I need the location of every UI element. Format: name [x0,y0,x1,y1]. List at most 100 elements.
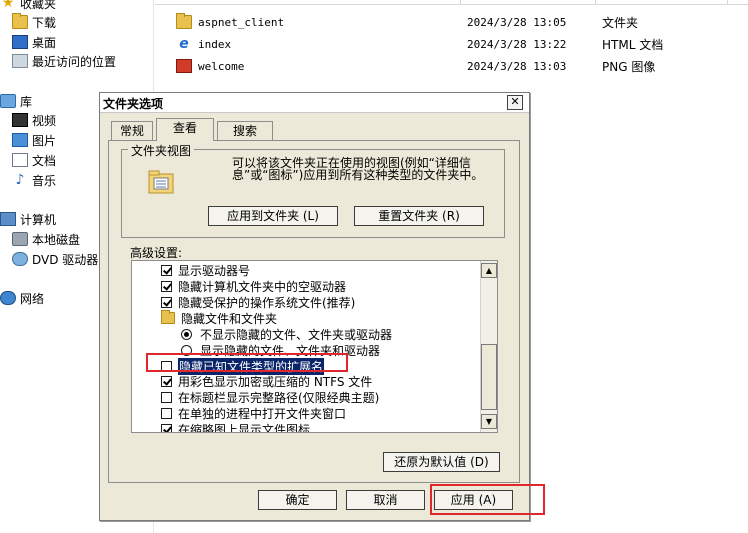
nav-libraries[interactable]: 库 [0,92,32,110]
file-type: PNG 图像 [602,59,656,74]
tab-search[interactable]: 搜索 [217,121,273,140]
option-thumbnail-file-icons[interactable]: 在缩略图上显示文件图标 [161,421,497,432]
nav-local-disk-label: 本地磁盘 [32,232,81,247]
ie-document-icon: e [179,36,189,52]
nav-dvd-drive[interactable]: DVD 驱动器 [12,250,98,268]
dialog-title: 文件夹选项 [103,97,164,111]
reset-folders-button[interactable]: 重置文件夹 (R) [354,206,484,226]
tab-general-label: 常规 [119,124,144,138]
nav-pictures-label: 图片 [32,133,57,148]
checkbox[interactable] [161,296,172,308]
cancel-button[interactable]: 取消 [346,490,425,510]
file-name: index [198,37,232,51]
nav-recent-places[interactable]: 最近访问的位置 [12,52,116,70]
tab-view-label: 查看 [172,121,197,135]
close-button[interactable]: ✕ [507,95,523,110]
file-row-welcome[interactable]: welcome 2024/3/28 13:03 PNG 图像 [176,57,736,75]
option-group-hidden-files: 隐藏文件和文件夹 [161,310,497,326]
column-divider-type[interactable] [595,0,596,5]
scroll-up-arrow-icon[interactable]: ▲ [481,263,497,278]
libraries-icon [0,94,16,108]
nav-libraries-label: 库 [20,94,33,109]
folder-options-dialog: 文件夹选项 ✕ 常规 查看 搜索 文件夹视图 可以将该文件夹正在使用的视图(例如… [99,92,530,521]
vertical-scrollbar[interactable]: ▲ ▼ [480,261,497,432]
nav-music-label: 音乐 [32,173,57,188]
nav-documents[interactable]: 文档 [12,151,56,169]
option-label: 显示驱动器号 [178,263,251,278]
nav-pictures[interactable]: 图片 [12,131,56,149]
option-dont-show-hidden[interactable]: 不显示隐藏的文件、文件夹或驱动器 [181,326,497,342]
star-icon: ★ [1,0,15,11]
ok-button[interactable]: 确定 [258,490,337,510]
close-icon: ✕ [510,95,520,108]
checkbox[interactable] [161,407,172,419]
file-row-aspnet-client[interactable]: aspnet_client 2024/3/28 13:05 文件夹 [176,13,736,31]
apply-to-folders-button[interactable]: 应用到文件夹 (L) [208,206,338,226]
nav-videos[interactable]: 视频 [12,111,56,129]
folder-icon [161,310,175,324]
file-type: HTML 文档 [602,37,664,52]
column-header-bar [155,0,748,5]
scroll-down-arrow-icon[interactable]: ▼ [481,414,497,429]
cancel-label: 取消 [373,493,398,507]
tab-search-label: 搜索 [232,124,257,138]
column-divider-size[interactable] [727,0,728,5]
nav-desktop[interactable]: 桌面 [12,33,56,51]
option-full-path-title[interactable]: 在标题栏显示完整路径(仅限经典主题) [161,389,497,405]
option-hide-protected-os-files[interactable]: 隐藏受保护的操作系统文件(推荐) [161,294,497,310]
option-separate-process[interactable]: 在单独的进程中打开文件夹窗口 [161,405,497,421]
nav-favorites-label: 收藏夹 [20,0,57,11]
reset-folders-label: 重置文件夹 (R) [378,209,460,223]
nav-computer-label: 计算机 [20,212,57,227]
option-label: 隐藏受保护的操作系统文件(推荐) [178,295,356,310]
radio-button[interactable] [181,328,192,340]
checkbox[interactable] [161,264,172,276]
checkbox[interactable] [161,280,172,292]
highlight-box-apply-button [430,484,545,515]
tab-view[interactable]: 查看 [156,118,214,141]
restore-defaults-button[interactable]: 还原为默认值 (D) [383,452,500,472]
nav-downloads[interactable]: 下载 [12,13,56,31]
dialog-title-bar[interactable]: 文件夹选项 ✕ [100,93,529,113]
ok-label: 确定 [285,493,310,507]
nav-computer[interactable]: 计算机 [0,210,56,228]
folder-views-description: 可以将该文件夹正在使用的视图(例如“详细信息”或“图标”)应用到所有这种类型的文… [232,156,484,182]
music-icon: ♪ [15,172,25,188]
file-row-index[interactable]: e index 2024/3/28 13:22 HTML 文档 [176,35,736,53]
scroll-thumb[interactable] [481,344,497,410]
option-hide-empty-drives[interactable]: 隐藏计算机文件夹中的空驱动器 [161,278,497,294]
nav-recent-label: 最近访问的位置 [32,54,117,69]
option-label: 隐藏文件和文件夹 [181,311,278,326]
checkbox[interactable] [161,391,172,403]
picture-icon [12,133,28,147]
image-icon [176,59,192,73]
highlight-box-hide-extensions [146,353,348,372]
tab-general[interactable]: 常规 [111,121,153,140]
computer-icon [0,212,16,226]
folder-view-icon [148,170,174,194]
nav-favorites[interactable]: ★ 收藏夹 [0,0,56,12]
nav-local-disk[interactable]: 本地磁盘 [12,230,80,248]
folder-icon [176,13,192,29]
option-show-drive-letters[interactable]: 显示驱动器号 [161,262,497,278]
nav-network-label: 网络 [20,291,45,306]
network-icon [0,291,16,305]
advanced-settings-label: 高级设置: [130,246,183,260]
checkbox[interactable] [161,423,172,432]
document-icon [12,153,28,167]
restore-defaults-label: 还原为默认值 (D) [394,455,489,469]
file-date: 2024/3/28 13:05 [467,15,567,29]
nav-dvd-label: DVD 驱动器 [32,252,99,267]
option-label: 不显示隐藏的文件、文件夹或驱动器 [200,327,393,342]
option-color-encrypted-ntfs[interactable]: 用彩色显示加密或压缩的 NTFS 文件 [161,373,497,389]
nav-videos-label: 视频 [32,113,57,128]
desktop-icon [12,35,28,49]
column-divider-date[interactable] [460,0,461,5]
nav-downloads-label: 下载 [32,15,57,30]
nav-music[interactable]: ♪ 音乐 [12,171,56,189]
checkbox[interactable] [161,375,172,387]
folder-views-title: 文件夹视图 [128,142,195,159]
nav-network[interactable]: 网络 [0,289,44,307]
dvd-drive-icon [12,252,28,266]
option-label: 隐藏计算机文件夹中的空驱动器 [178,279,347,294]
